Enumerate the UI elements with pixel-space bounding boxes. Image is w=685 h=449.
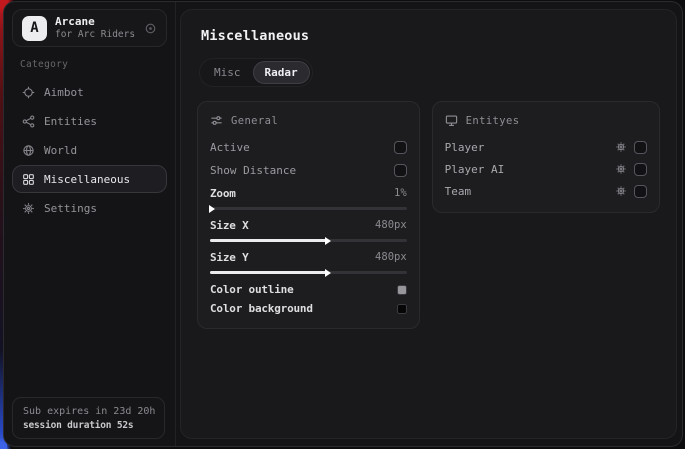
entity-row-team: Team	[445, 180, 647, 202]
globe-icon	[22, 144, 35, 157]
sidebar-item-world[interactable]: World	[12, 136, 167, 164]
setting-row-color-background: Color background	[210, 299, 407, 318]
sidebar-nav: Aimbot Entities World	[4, 78, 175, 222]
setting-label: Active	[210, 141, 250, 154]
share-nodes-icon	[22, 115, 35, 128]
color-background-swatch[interactable]	[397, 304, 407, 314]
monitor-icon	[445, 114, 458, 127]
gear-icon[interactable]	[615, 163, 627, 175]
entities-panel-title: Entityes	[466, 115, 520, 127]
player-ai-checkbox[interactable]	[634, 163, 647, 176]
entities-panel: Entityes Player	[432, 101, 660, 213]
sidebar-item-label: World	[44, 144, 77, 157]
setting-label: Size Y	[210, 251, 249, 264]
size-y-slider[interactable]	[210, 271, 407, 274]
panels-row: General Active Show Distance Zoom 1%	[197, 101, 660, 329]
entities-panel-header: Entityes	[445, 114, 647, 127]
setting-row-show-distance: Show Distance	[210, 159, 407, 182]
size-x-slider[interactable]	[210, 239, 407, 242]
general-panel-title: General	[231, 115, 278, 127]
app-logo: A	[22, 16, 47, 41]
category-label: Category	[20, 59, 159, 70]
app-window: A Arcane for Arc Riders Category	[3, 1, 683, 447]
setting-label: Zoom	[210, 187, 236, 200]
sidebar-item-label: Settings	[44, 202, 97, 215]
main-area: Miscellaneous Misc Radar	[176, 2, 682, 446]
zoom-slider-thumb[interactable]	[209, 205, 215, 213]
team-checkbox[interactable]	[634, 185, 647, 198]
tab-radar[interactable]: Radar	[253, 61, 310, 84]
general-panel-header: General	[210, 114, 407, 127]
sidebar-item-settings[interactable]: Settings	[12, 194, 167, 222]
gear-icon[interactable]	[615, 185, 627, 197]
setting-row-size-x: Size X 480px	[210, 216, 407, 234]
crosshair-icon	[22, 86, 35, 99]
general-panel: General Active Show Distance Zoom 1%	[197, 101, 420, 329]
setting-label: Show Distance	[210, 164, 296, 177]
page-title: Miscellaneous	[201, 28, 660, 44]
sidebar-item-label: Miscellaneous	[44, 173, 130, 186]
size-y-value: 480px	[375, 251, 407, 263]
app-header-card: A Arcane for Arc Riders	[12, 9, 167, 47]
setting-row-active: Active	[210, 136, 407, 159]
entity-label: Player	[445, 141, 615, 154]
gear-icon[interactable]	[615, 141, 627, 153]
gear-icon	[22, 202, 35, 215]
show-distance-checkbox[interactable]	[394, 164, 407, 177]
setting-label: Color background	[210, 302, 313, 315]
entity-label: Team	[445, 185, 615, 198]
entity-row-player-ai: Player AI	[445, 158, 647, 180]
sidebar-item-miscellaneous[interactable]: Miscellaneous	[12, 165, 167, 193]
sidebar: A Arcane for Arc Riders Category	[4, 2, 176, 446]
active-checkbox[interactable]	[394, 141, 407, 154]
main-card: Miscellaneous Misc Radar	[180, 9, 677, 439]
setting-row-color-outline: Color outline	[210, 280, 407, 299]
subscription-card: Sub expires in 23d 20h session duration …	[12, 397, 165, 439]
sidebar-item-label: Aimbot	[44, 86, 84, 99]
sidebar-item-entities[interactable]: Entities	[12, 107, 167, 135]
subscription-expiry: Sub expires in 23d 20h	[23, 406, 154, 417]
sidebar-item-label: Entities	[44, 115, 97, 128]
sliders-icon	[210, 114, 223, 127]
tab-misc[interactable]: Misc	[202, 61, 253, 84]
setting-row-size-y: Size Y 480px	[210, 248, 407, 266]
size-y-slider-thumb[interactable]	[325, 269, 331, 277]
setting-label: Color outline	[210, 283, 294, 296]
target-icon[interactable]	[144, 22, 157, 35]
zoom-slider[interactable]	[210, 207, 407, 210]
size-x-slider-thumb[interactable]	[325, 237, 331, 245]
setting-label: Size X	[210, 219, 249, 232]
size-x-value: 480px	[375, 219, 407, 231]
session-duration: session duration 52s	[23, 420, 154, 431]
tab-bar: Misc Radar	[199, 58, 313, 87]
app-subtitle: for Arc Riders	[55, 29, 136, 41]
sidebar-item-aimbot[interactable]: Aimbot	[12, 78, 167, 106]
app-title: Arcane	[55, 15, 136, 29]
grid-icon	[22, 173, 35, 186]
zoom-value: 1%	[394, 187, 407, 199]
color-outline-swatch[interactable]	[397, 285, 407, 295]
setting-row-zoom: Zoom 1%	[210, 184, 407, 202]
entity-row-player: Player	[445, 136, 647, 158]
entity-label: Player AI	[445, 163, 615, 176]
player-checkbox[interactable]	[634, 141, 647, 154]
